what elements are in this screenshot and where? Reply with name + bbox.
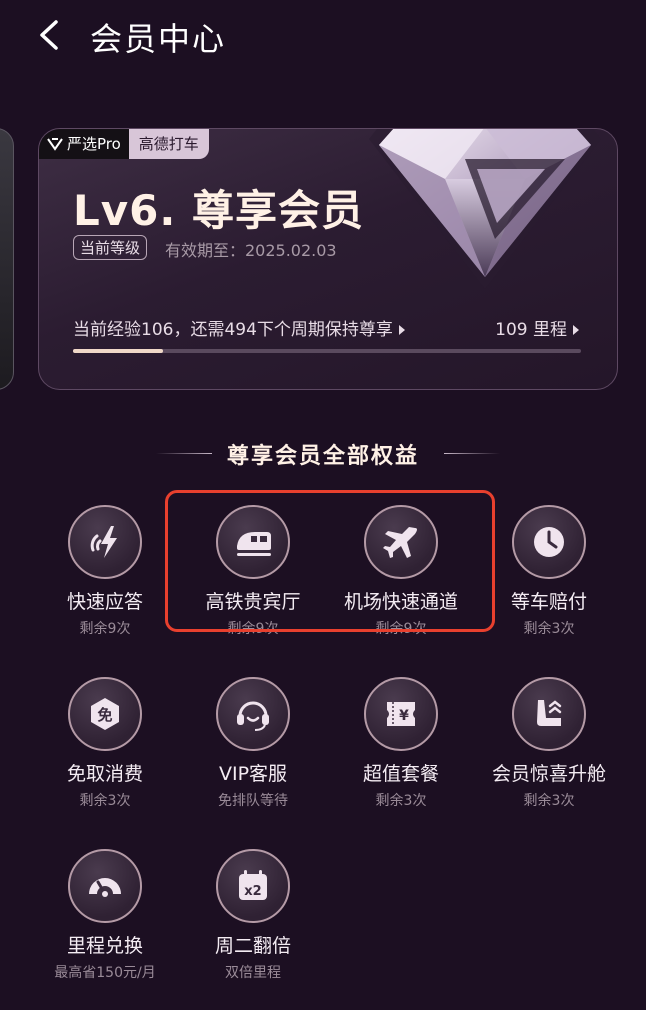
experience-progress-bar: [73, 349, 581, 353]
back-arrow-icon: [40, 20, 58, 50]
benefit-miles-exchange[interactable]: 里程兑换 最高省150元/月: [31, 849, 179, 982]
benefits-section-header: 尊享会员全部权益: [0, 436, 646, 470]
benefit-tuesday-double[interactable]: x2 周二翻倍 双倍里程: [179, 849, 327, 982]
benefit-vip-service[interactable]: VIP客服 免排队等待: [179, 677, 327, 810]
svg-text:免: 免: [97, 706, 112, 724]
current-level-badge: 当前等级: [73, 235, 148, 260]
benefit-name: VIP客服: [218, 763, 288, 785]
page-title: 会员中心: [90, 20, 227, 58]
fast-reply-icon: [68, 505, 142, 579]
benefit-name: 等车赔付: [510, 591, 587, 613]
benefit-name: 免取消费: [66, 763, 143, 785]
gauge-icon: [68, 849, 142, 923]
seat-upgrade-icon: [512, 677, 586, 751]
highlight-box: [165, 490, 495, 632]
level-card[interactable]: 严选Pro 高德打车 Lv6. 尊享会员 当前等级 有效期至：2025.02.0…: [38, 128, 618, 390]
benefit-sub: 双倍里程: [225, 965, 281, 981]
benefit-name: 超值套餐: [362, 763, 439, 785]
headset-icon: [216, 677, 290, 751]
divider-right: [444, 453, 500, 454]
benefit-sub: 剩余3次: [523, 793, 575, 809]
experience-link[interactable]: 当前经验106，还需494下个周期保持尊享: [73, 315, 405, 340]
level-title: Lv6. 尊享会员: [73, 186, 364, 235]
svg-text:x2: x2: [244, 884, 261, 899]
miles-text: 109 里程: [495, 320, 567, 340]
benefit-sub: 剩余9次: [79, 621, 131, 637]
benefit-sub: 最高省150元/月: [54, 965, 156, 981]
header: 会员中心: [0, 0, 646, 72]
back-button[interactable]: [30, 14, 70, 56]
benefit-sub: 免排队等待: [218, 793, 288, 809]
benefit-name: 里程兑换: [66, 935, 143, 957]
benefit-name: 快速应答: [66, 591, 143, 613]
previous-level-card[interactable]: [0, 128, 14, 390]
benefit-wait-compensation[interactable]: 等车赔付 剩余3次: [475, 505, 623, 638]
svg-text:¥: ¥: [399, 708, 409, 724]
caret-right-icon: [573, 325, 579, 335]
calendar-x2-icon: x2: [216, 849, 290, 923]
free-cancel-icon: 免: [68, 677, 142, 751]
benefit-surprise-upgrade[interactable]: 会员惊喜升舱 剩余3次: [475, 677, 623, 810]
clock-icon: [512, 505, 586, 579]
benefit-name: 会员惊喜升舱: [491, 763, 606, 785]
benefit-fast-reply[interactable]: 快速应答 剩余9次: [31, 505, 179, 638]
section-title: 尊享会员全部权益: [226, 444, 419, 469]
caret-right-icon: [398, 325, 405, 335]
benefit-sub: 剩余3次: [375, 793, 427, 809]
brand-amap-tag: 高德打车: [128, 129, 209, 159]
validity-date: 有效期至：2025.02.03: [165, 241, 337, 260]
benefit-sub: 剩余3次: [523, 621, 575, 637]
benefit-free-cancel[interactable]: 免 免取消费 剩余3次: [31, 677, 179, 810]
miles-link[interactable]: 109 里程: [495, 315, 579, 340]
benefit-value-package[interactable]: ¥ 超值套餐 剩余3次: [327, 677, 475, 810]
benefit-sub: 剩余3次: [79, 793, 131, 809]
brand-pro-tag: 严选Pro: [39, 129, 129, 159]
coupon-icon: ¥: [364, 677, 438, 751]
experience-progress-fill: [73, 349, 163, 353]
brand-tag: 严选Pro 高德打车: [39, 129, 209, 159]
v-logo-icon: [47, 138, 63, 151]
diamond-icon: [369, 129, 601, 289]
experience-text: 当前经验106，还需494下个周期保持尊享: [73, 320, 393, 340]
benefit-name: 周二翻倍: [214, 935, 291, 957]
brand-pro-label: 严选Pro: [67, 135, 121, 153]
